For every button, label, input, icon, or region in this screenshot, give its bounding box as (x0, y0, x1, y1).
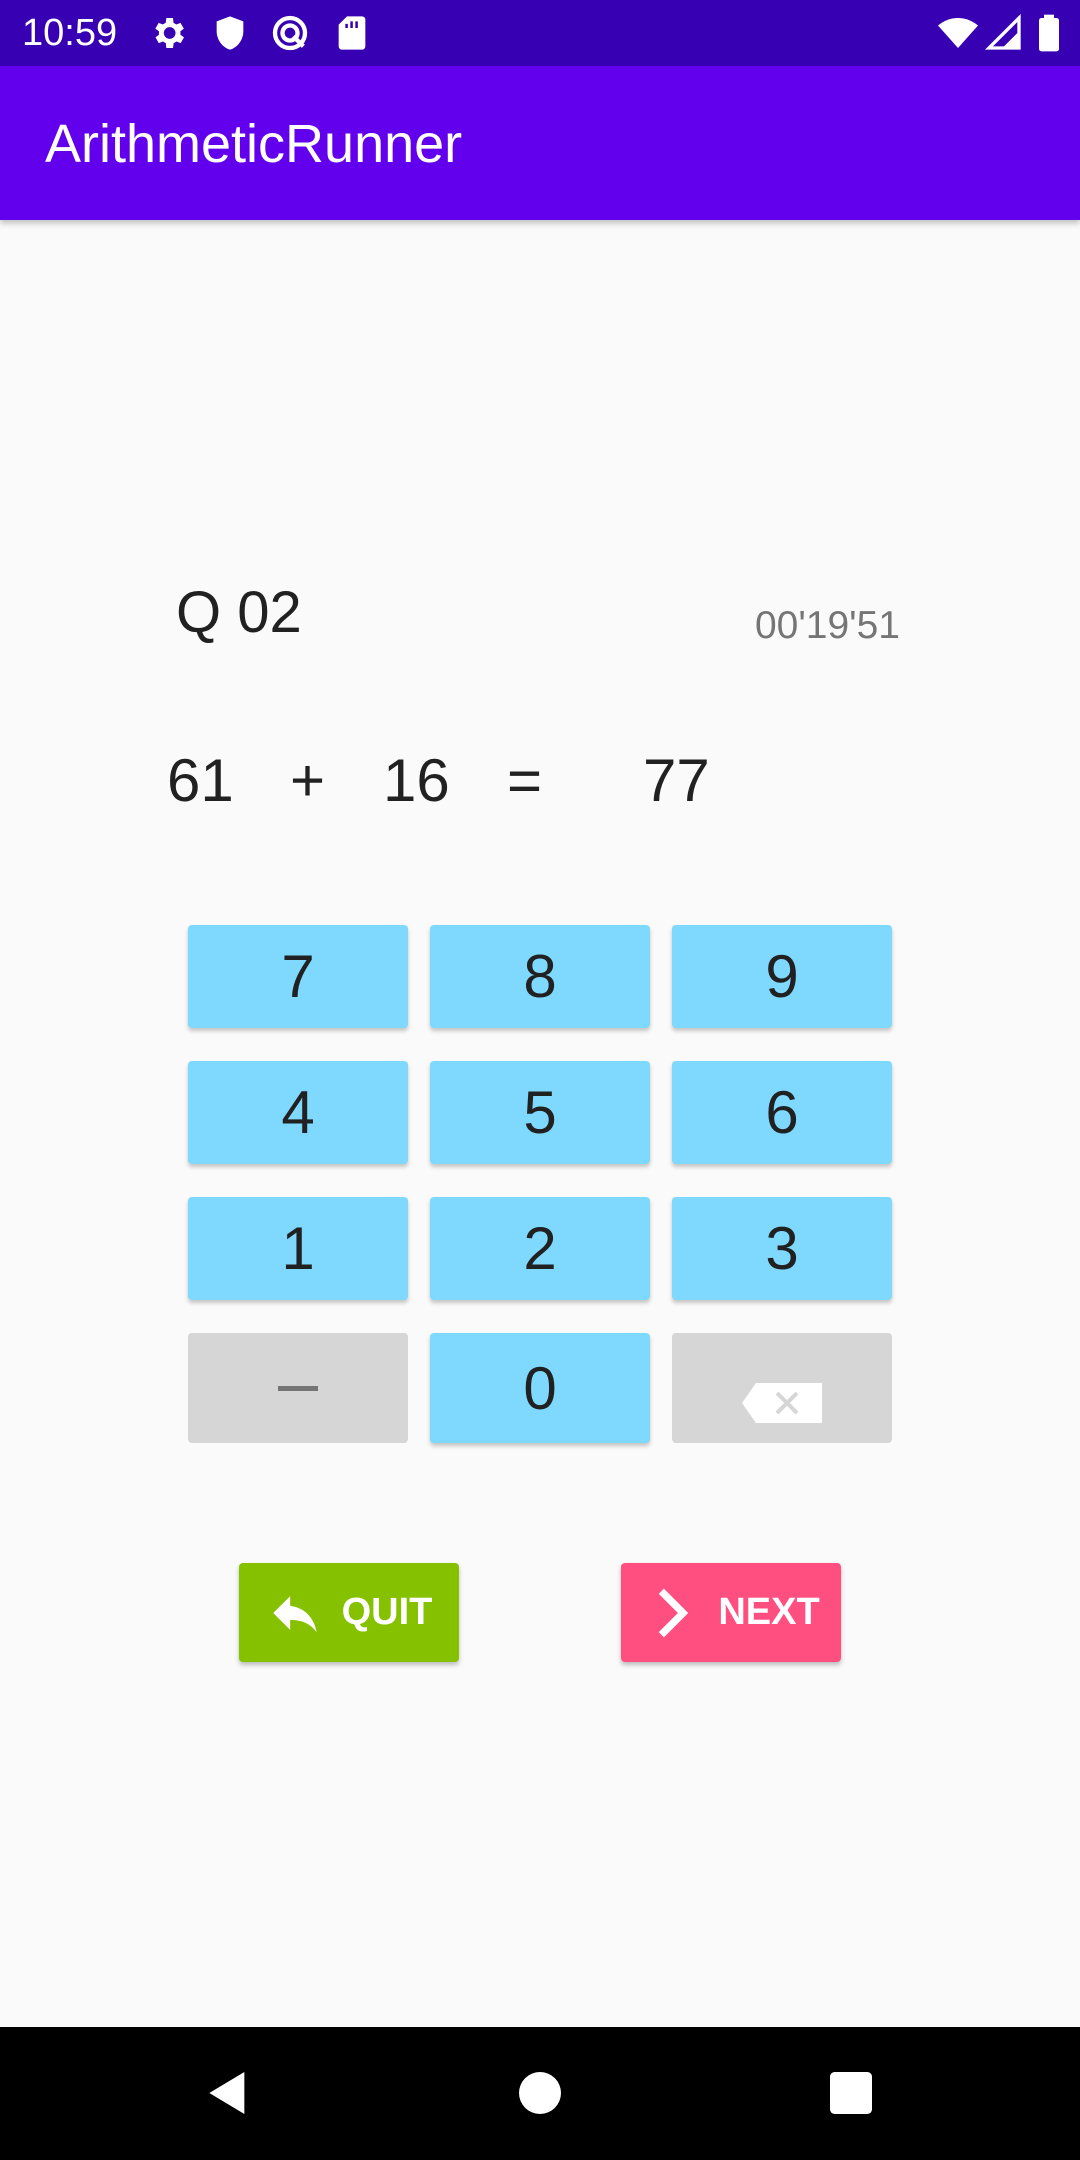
answer-field[interactable]: 77 (643, 746, 710, 816)
key-1[interactable]: 1 (188, 1197, 408, 1300)
shield-icon (210, 13, 250, 53)
key-3[interactable]: 3 (672, 1197, 892, 1300)
settings-icon (148, 13, 188, 53)
signal-icon (984, 13, 1024, 53)
next-label: NEXT (718, 1591, 820, 1633)
sync-icon (270, 13, 310, 53)
timer: 00'19'51 (754, 604, 900, 647)
recents-icon[interactable] (823, 2065, 879, 2121)
chevron-right-icon (642, 1584, 700, 1642)
back-icon[interactable] (200, 2065, 256, 2121)
sd-card-icon (332, 13, 372, 53)
key-minus[interactable] (188, 1333, 408, 1443)
navigation-bar (0, 2027, 1080, 2160)
key-6[interactable]: 6 (672, 1061, 892, 1164)
home-icon[interactable] (512, 2065, 568, 2121)
backspace-button[interactable] (672, 1333, 892, 1443)
key-7[interactable]: 7 (188, 925, 408, 1028)
key-8[interactable]: 8 (430, 925, 650, 1028)
battery-icon (1036, 13, 1062, 53)
key-2[interactable]: 2 (430, 1197, 650, 1300)
key-9[interactable]: 9 (672, 925, 892, 1028)
key-4[interactable]: 4 (188, 1061, 408, 1164)
status-bar: 10:59 (0, 0, 1080, 66)
operand-2: 16 (383, 747, 450, 814)
backspace-icon (742, 1368, 822, 1423)
question-label: Q 02 (176, 580, 302, 645)
key-0[interactable]: 0 (430, 1333, 650, 1443)
app-title: ArithmeticRunner (45, 114, 463, 174)
quit-button[interactable]: QUIT (239, 1563, 459, 1662)
key-5[interactable]: 5 (430, 1061, 650, 1164)
operand-1: 61 (167, 747, 234, 814)
minus-icon (278, 1385, 318, 1391)
wifi-icon (935, 13, 981, 53)
quit-label: QUIT (341, 1591, 433, 1633)
operator: + (290, 747, 326, 814)
app-bar: ArithmeticRunner (0, 66, 1080, 220)
status-time: 10:59 (22, 12, 118, 54)
next-button[interactable]: NEXT (621, 1563, 841, 1662)
reply-arrow-icon (266, 1584, 324, 1642)
equals-sign: = (507, 747, 543, 814)
